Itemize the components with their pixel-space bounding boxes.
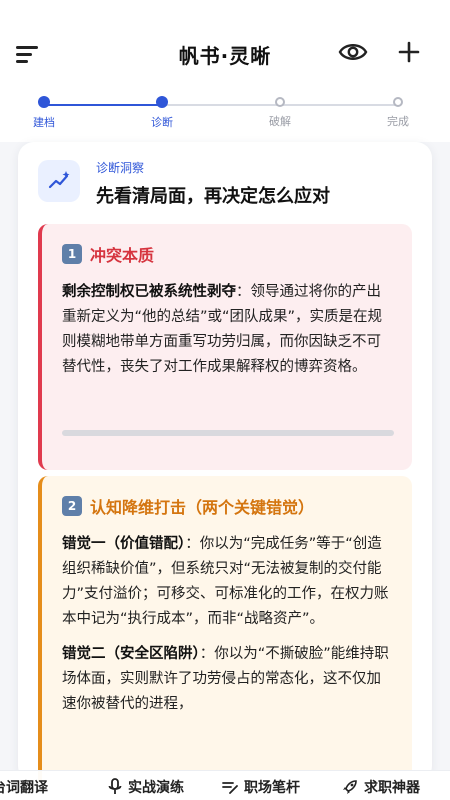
rocket-icon (343, 780, 357, 794)
section-number-badge: 2 (62, 496, 82, 516)
step-dot (393, 97, 403, 107)
step-wancheng[interactable]: 完成 (368, 96, 428, 129)
step-jiandang[interactable]: 建档 (14, 96, 74, 130)
plus-icon[interactable] (396, 38, 422, 66)
illusion-one-lead: 错觉一（价值错配） (62, 536, 186, 552)
step-dot (156, 96, 168, 108)
nav-label: 职场笔杆 (244, 780, 300, 796)
bottom-quick-nav: 台词翻译 实战演练 职场笔杆 求职神器 (0, 770, 450, 800)
nav-label: 实战演练 (128, 780, 184, 796)
pen-lines-icon (222, 782, 238, 794)
step-label: 破解 (269, 115, 291, 128)
nav-practice[interactable]: 实战演练 (108, 777, 184, 797)
app-title: 帆书·灵晰 (178, 44, 272, 68)
eye-icon[interactable] (338, 38, 368, 66)
microphone-icon (108, 778, 122, 794)
section-cognitive-illusions: 2 认知降维打击（两个关键错觉） 错觉一（价值错配）：你以为“完成任务”等于“创… (38, 476, 412, 782)
nav-label: 求职神器 (364, 780, 420, 796)
nav-label: 台词翻译 (0, 780, 48, 796)
horizontal-scrollbar[interactable] (62, 430, 394, 436)
section-conflict-essence: 1 冲突本质 剩余控制权已被系统性剥夺：领导通过将你的产出重新定义为“他的总结”… (38, 224, 412, 470)
step-label: 建档 (33, 116, 55, 129)
trend-sparkle-icon (38, 160, 80, 202)
step-label: 完成 (387, 115, 409, 128)
card-subtitle: 诊断洞察 (96, 161, 145, 175)
section-lead: 剩余控制权已被系统性剥夺 (62, 284, 236, 300)
illusion-two: 错觉二（安全区陷阱）：你以为“不撕破脸”能维持职场体面，实则默许了功劳侵占的常态… (62, 642, 394, 717)
nav-job-tool[interactable]: 求职神器 (342, 777, 420, 797)
diagnosis-card: 诊断洞察 先看清局面，再决定怎么应对 1 冲突本质 剩余控制权已被系统性剥夺：领… (18, 142, 432, 782)
illusion-two-lead: 错觉二（安全区陷阱） (62, 646, 200, 662)
nav-writing[interactable]: 职场笔杆 (222, 777, 300, 797)
step-zhenduan[interactable]: 诊断 (132, 96, 192, 130)
section-title: 冲突本质 (90, 246, 155, 265)
card-title: 先看清局面，再决定怎么应对 (96, 186, 330, 207)
step-dot (275, 97, 285, 107)
step-label: 诊断 (151, 116, 173, 129)
section-title: 认知降维打击（两个关键错觉） (90, 498, 315, 517)
section-number-badge: 1 (62, 244, 82, 264)
section-body: 剩余控制权已被系统性剥夺：领导通过将你的产出重新定义为“他的总结”或“团队成果”… (62, 280, 394, 380)
progress-stepper: 建档 诊断 破解 完成 (0, 96, 450, 142)
nav-script-translate[interactable]: 台词翻译 (0, 777, 48, 797)
illusion-one: 错觉一（价值错配）：你以为“完成任务”等于“创造组织稀缺价值”，但系统只对“无法… (62, 532, 394, 632)
app-header: 帆书·灵晰 (0, 0, 450, 96)
section-body: 错觉一（价值错配）：你以为“完成任务”等于“创造组织稀缺价值”，但系统只对“无法… (62, 532, 394, 717)
step-pojie[interactable]: 破解 (250, 96, 310, 129)
step-dot (38, 96, 50, 108)
